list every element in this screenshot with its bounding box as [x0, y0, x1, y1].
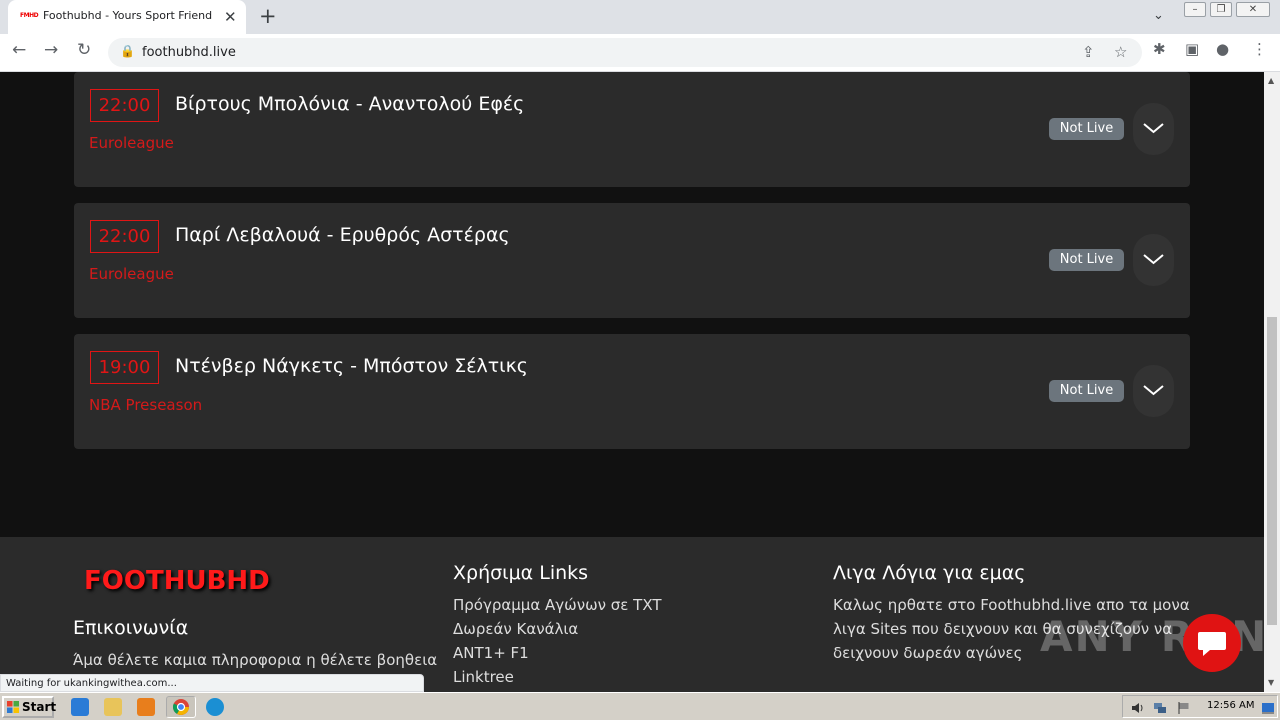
- chat-bubble-icon: [1198, 632, 1226, 656]
- scrollbar-thumb[interactable]: [1267, 317, 1277, 625]
- network-icon[interactable]: [1153, 700, 1167, 714]
- expand-match-button[interactable]: [1133, 365, 1174, 417]
- page-scrollbar[interactable]: ▲ ▼: [1264, 72, 1280, 692]
- system-tray: 12:56 AM: [1122, 695, 1278, 718]
- about-heading: Λιγα Λόγια για εμας: [833, 562, 1026, 584]
- start-label: Start: [22, 700, 57, 714]
- status-badge: Not Live: [1049, 118, 1124, 140]
- footer-link-linktree[interactable]: Linktree: [453, 668, 514, 686]
- chevron-down-icon: [1143, 385, 1164, 396]
- file-explorer-icon[interactable]: [104, 698, 122, 716]
- browser-toolbar: ← → ↻ 🔒 foothubhd.live ⇪ ☆ ✱ ▣ ● ⋮: [0, 34, 1280, 72]
- contact-text: Άμα θέλετε καμια πληροφορια η θέλετε βοη…: [73, 651, 438, 669]
- internet-explorer-icon[interactable]: [71, 698, 89, 716]
- match-time: 19:00: [90, 351, 159, 384]
- windows-taskbar: Start 12:56 AM: [0, 692, 1280, 720]
- about-text-line: δειχνουν δωρεάν αγώνες: [833, 644, 1023, 662]
- bookmark-star-icon[interactable]: ☆: [1114, 43, 1127, 61]
- edge-icon[interactable]: [206, 698, 224, 716]
- status-badge: Not Live: [1049, 380, 1124, 402]
- flag-icon[interactable]: [1177, 700, 1191, 714]
- chevron-down-icon: [1143, 123, 1164, 134]
- browser-status-text: Waiting for ukankingwithea.com...: [0, 674, 424, 692]
- chevron-down-icon: [1143, 254, 1164, 265]
- system-clock[interactable]: 12:56 AM: [1207, 700, 1254, 711]
- scroll-up-arrow-icon[interactable]: ▲: [1268, 76, 1274, 85]
- match-teams: Βίρτους Μπολόνια - Αναντολού Εφές: [175, 93, 525, 115]
- chrome-icon: [173, 699, 189, 715]
- footer-link-ant1-f1[interactable]: ANT1+ F1: [453, 644, 529, 662]
- reload-icon[interactable]: ↻: [77, 40, 91, 60]
- chat-button[interactable]: [1183, 614, 1241, 672]
- match-league: NBA Preseason: [89, 396, 203, 414]
- address-bar[interactable]: 🔒 foothubhd.live ⇪ ☆: [108, 38, 1142, 67]
- match-time: 22:00: [90, 220, 159, 253]
- match-teams: Παρί Λεβαλουά - Ερυθρός Αστέρας: [175, 224, 510, 246]
- match-card[interactable]: 22:00 Βίρτους Μπολόνια - Αναντολού Εφές …: [74, 72, 1190, 187]
- restore-window-button[interactable]: ❐: [1210, 2, 1232, 17]
- share-icon[interactable]: ⇪: [1082, 43, 1095, 61]
- media-player-icon[interactable]: [137, 698, 155, 716]
- match-league: Euroleague: [89, 134, 174, 152]
- side-panel-icon[interactable]: ▣: [1185, 40, 1199, 58]
- page-viewport: 22:00 Βίρτους Μπολόνια - Αναντολού Εφές …: [0, 72, 1264, 692]
- extensions-puzzle-icon[interactable]: ✱: [1153, 40, 1166, 58]
- footer-link-schedule[interactable]: Πρόγραμμα Αγώνων σε TXT: [453, 596, 662, 614]
- back-arrow-icon[interactable]: ←: [12, 40, 26, 60]
- browser-tab[interactable]: FMHD Foothubhd - Yours Sport Friend ✕: [8, 0, 246, 34]
- volume-icon[interactable]: [1131, 700, 1145, 714]
- tab-title: Foothubhd - Yours Sport Friend: [43, 9, 213, 22]
- chrome-taskbar-button[interactable]: [166, 696, 196, 718]
- close-window-button[interactable]: ✕: [1236, 2, 1270, 17]
- contact-heading: Επικοινωνία: [73, 617, 189, 639]
- forward-arrow-icon[interactable]: →: [44, 40, 58, 60]
- minimize-window-button[interactable]: –: [1184, 2, 1206, 17]
- tab-strip: FMHD Foothubhd - Yours Sport Friend ✕ + …: [0, 0, 1280, 34]
- profile-avatar-icon[interactable]: ●: [1216, 40, 1229, 58]
- windows-logo-icon: [7, 701, 19, 713]
- match-card[interactable]: 22:00 Παρί Λεβαλουά - Ερυθρός Αστέρας Eu…: [74, 203, 1190, 318]
- footer-link-free-channels[interactable]: Δωρεάν Κανάλια: [453, 620, 578, 638]
- expand-match-button[interactable]: [1133, 234, 1174, 286]
- match-league: Euroleague: [89, 265, 174, 283]
- tab-search-chevron-icon[interactable]: ⌄: [1153, 8, 1164, 23]
- match-teams: Ντένβερ Νάγκετς - Μπόστον Σέλτικς: [175, 355, 528, 377]
- match-time: 22:00: [90, 89, 159, 122]
- scroll-down-arrow-icon[interactable]: ▼: [1268, 678, 1274, 687]
- start-button[interactable]: Start: [2, 696, 57, 718]
- links-heading: Χρήσιμα Links: [453, 562, 589, 584]
- browser-menu-icon[interactable]: ⋮: [1252, 40, 1267, 58]
- footer-logo[interactable]: FOOTHUBHD: [84, 566, 270, 596]
- lock-icon[interactable]: 🔒: [120, 44, 135, 58]
- match-card[interactable]: 19:00 Ντένβερ Νάγκετς - Μπόστον Σέλτικς …: [74, 334, 1190, 449]
- new-tab-button[interactable]: +: [259, 4, 277, 28]
- show-desktop-icon[interactable]: [1261, 700, 1275, 714]
- url-text[interactable]: foothubhd.live: [142, 45, 236, 60]
- expand-match-button[interactable]: [1133, 103, 1174, 155]
- site-favicon-icon: FMHD: [20, 12, 39, 19]
- tab-close-icon[interactable]: ✕: [224, 8, 237, 26]
- status-badge: Not Live: [1049, 249, 1124, 271]
